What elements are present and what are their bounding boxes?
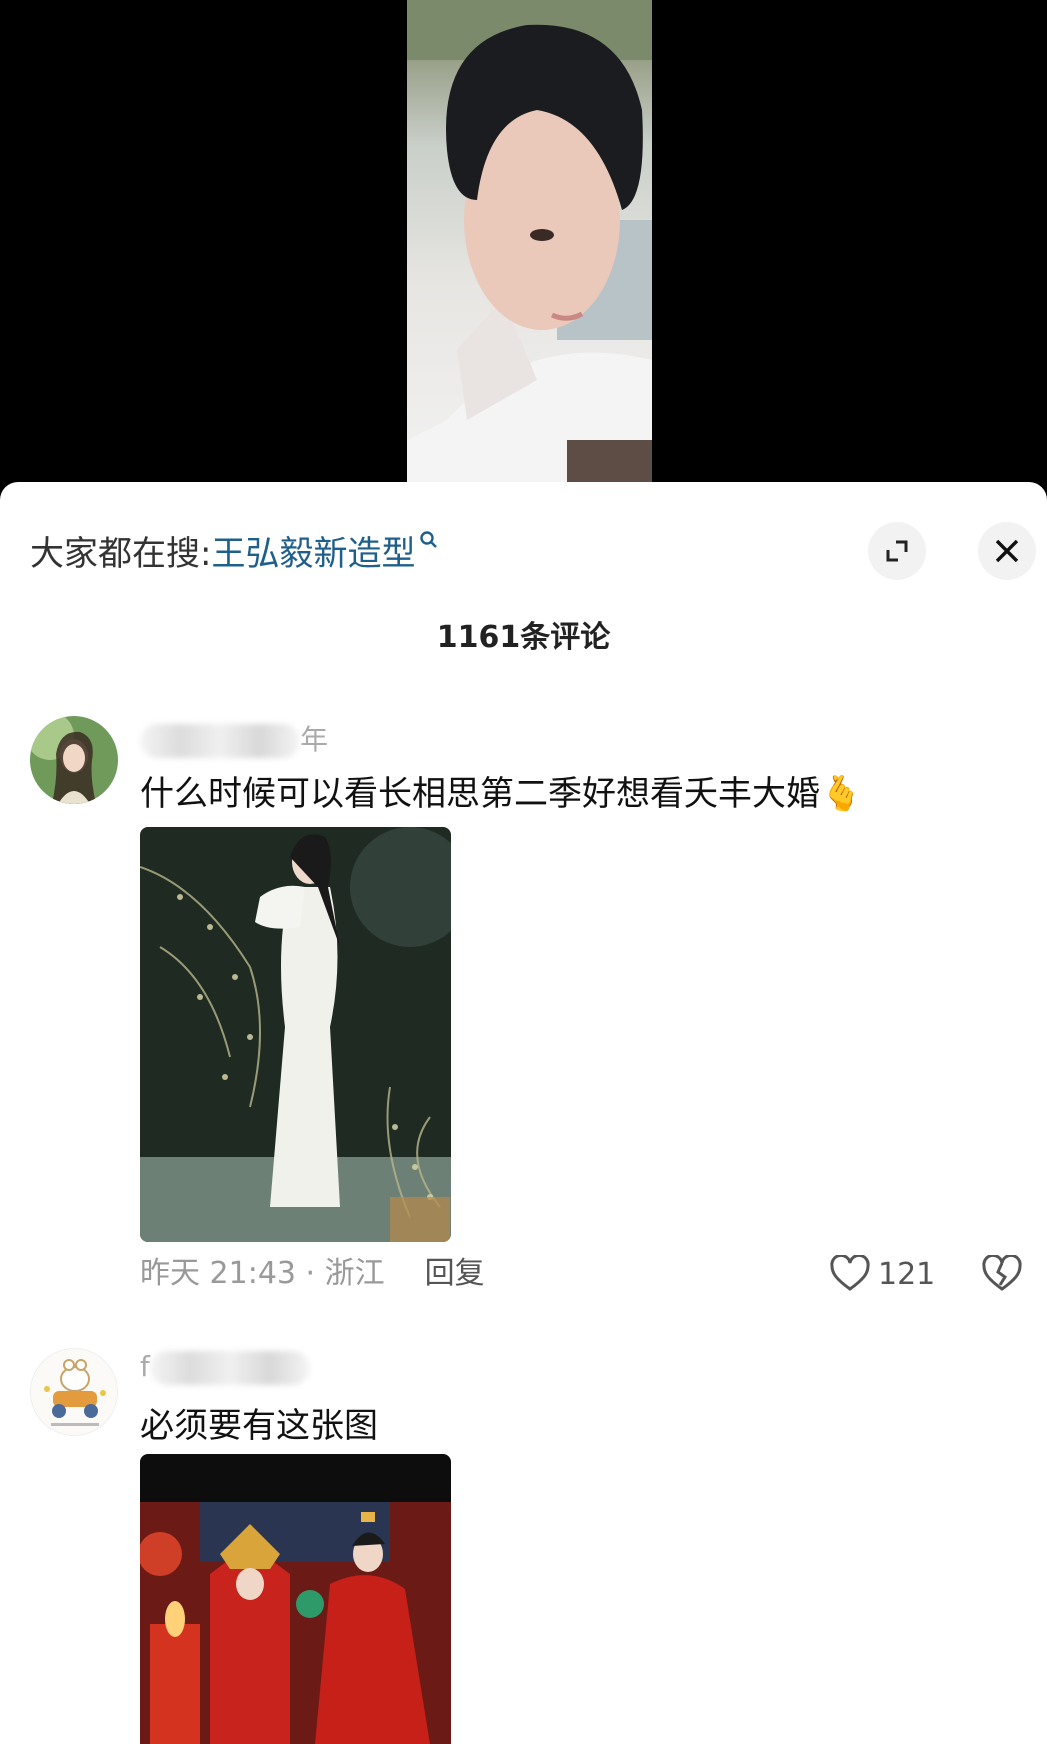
- expand-icon: [886, 540, 908, 562]
- username[interactable]: 年: [140, 718, 328, 758]
- comment-image[interactable]: [140, 827, 451, 1242]
- comments-panel: 大家都在搜: 王弘毅新造型 1161条评论 年 什么时候可以看长相思第二季好想看…: [0, 482, 1047, 1744]
- trending-search[interactable]: 大家都在搜: 王弘毅新造型: [30, 522, 439, 578]
- broken-heart-icon: [982, 1253, 1022, 1291]
- comments-count: 1161条评论: [436, 620, 611, 655]
- comment-image[interactable]: [140, 1454, 451, 1744]
- search-icon: [420, 531, 438, 548]
- trending-search-term[interactable]: 王弘毅新造型: [211, 526, 415, 575]
- like-button[interactable]: 121: [830, 1252, 935, 1296]
- username-blur: [149, 1351, 310, 1385]
- video-frame-portrait: [407, 0, 652, 482]
- time-location: 昨天 21:43 · 浙江: [140, 1256, 385, 1291]
- username-blur: [140, 724, 300, 758]
- finger-heart-emoji: 🫰: [820, 774, 863, 814]
- trending-search-prefix: 大家都在搜:: [30, 533, 212, 574]
- close-icon: [995, 539, 1019, 563]
- heart-icon: [830, 1255, 870, 1291]
- expand-button[interactable]: [868, 522, 926, 580]
- close-button[interactable]: [978, 522, 1036, 580]
- like-count: 121: [878, 1256, 936, 1292]
- dislike-button[interactable]: [982, 1253, 1022, 1297]
- comment-meta: 昨天 21:43 · 浙江 回复: [140, 1252, 485, 1296]
- avatar[interactable]: [30, 1348, 118, 1436]
- reply-button[interactable]: 回复: [425, 1256, 485, 1291]
- username[interactable]: f: [140, 1350, 310, 1385]
- avatar[interactable]: [30, 716, 118, 804]
- video-player[interactable]: [0, 0, 1047, 482]
- comment-text: 必须要有这张图: [140, 1406, 378, 1446]
- comment-text: 什么时候可以看长相思第二季好想看夭丰大婚🫰: [140, 774, 863, 814]
